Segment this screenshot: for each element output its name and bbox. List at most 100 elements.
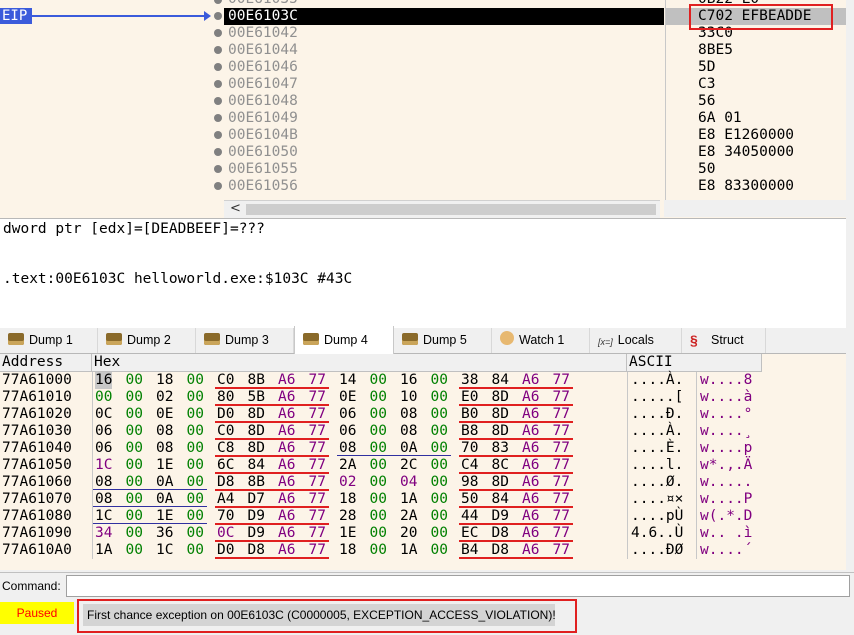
tab-watch-1[interactable]: Watch 1 [492, 328, 590, 353]
hex-byte[interactable]: 00 [370, 508, 387, 525]
breakpoint-dot-icon[interactable] [214, 12, 222, 20]
scroll-thumb[interactable] [246, 204, 656, 215]
hex-byte[interactable]: 00 [187, 423, 204, 440]
ascii-text[interactable]: w....à [700, 389, 752, 406]
breakpoint-dot-icon[interactable] [214, 114, 222, 122]
ascii-text[interactable]: w....° [700, 406, 752, 423]
dump-address[interactable]: 77A61030 [2, 423, 72, 440]
ascii-text[interactable]: w*.,.Ä [700, 457, 752, 474]
hex-byte[interactable]: 06 [339, 406, 356, 423]
ascii-text[interactable]: ....Ð. [631, 406, 683, 423]
disasm-bytes[interactable]: 6A 01 [666, 110, 846, 127]
ascii-text[interactable]: .....[ [631, 389, 683, 406]
hex-byte[interactable]: 00 [370, 372, 387, 389]
dump-row[interactable]: 77A61050 1C 00 1E 00 6C 84 A6 77 2A 00 2C 00 C4 8C A6 77… [0, 457, 846, 474]
dump-row[interactable]: 77A61040 06 00 08 00 C8 8D A6 77 08 00 0A 00 70 83 A6 77… [0, 440, 846, 457]
scroll-left-icon[interactable]: < [230, 201, 241, 217]
hex-byte[interactable]: 14 [339, 372, 356, 389]
hex-byte[interactable]: 1A [400, 491, 417, 508]
disasm-bytes[interactable]: 50 [666, 161, 846, 178]
ascii-text[interactable]: w....´ [700, 542, 752, 559]
disasm-address[interactable]: 00E61055 [224, 161, 664, 178]
ascii-text[interactable]: ....Ø. [631, 474, 683, 491]
disasm-address[interactable]: 00E61050 [224, 144, 664, 161]
hex-byte[interactable]: 08 [156, 440, 173, 457]
hex-byte[interactable]: 02 [339, 474, 356, 491]
hex-byte[interactable]: 00 [370, 474, 387, 491]
dump-row[interactable]: 77A610A0 1A 00 1C 00 D0 D8 A6 77 18 00 1A 00 B4 D8 A6 77… [0, 542, 846, 559]
hex-byte[interactable]: 36 [156, 525, 173, 542]
disasm-address[interactable]: 00E61049 [224, 110, 664, 127]
hex-byte[interactable]: 1A [400, 542, 417, 559]
vertical-scrollbar[interactable] [846, 0, 854, 572]
hex-byte[interactable]: 00 [126, 423, 143, 440]
hex-byte[interactable]: 06 [95, 440, 112, 457]
hex-byte[interactable]: 2A [339, 457, 356, 474]
dump-pane[interactable]: Address Hex ASCII 77A61000 16 00 18 00 C0 8B A6… [0, 354, 846, 570]
hex-byte[interactable]: 16 [95, 372, 113, 389]
hex-byte[interactable]: 00 [126, 389, 143, 406]
hex-byte[interactable]: 00 [126, 542, 143, 559]
hex-byte[interactable]: 00 [370, 423, 387, 440]
disasm-address[interactable]: 00E61044 [224, 42, 664, 59]
hex-byte[interactable]: 00 [370, 525, 387, 542]
hex-byte[interactable]: 00 [187, 542, 204, 559]
ascii-text[interactable]: 4.6..Ù [631, 525, 683, 542]
disasm-address[interactable]: 00E61056 [224, 178, 664, 195]
hex-byte[interactable]: 00 [126, 457, 143, 474]
hex-byte[interactable]: 00 [370, 406, 387, 423]
breakpoint-dot-icon[interactable] [214, 97, 222, 105]
hex-byte[interactable]: 00 [431, 457, 448, 474]
disasm-bytes[interactable]: 5D [666, 59, 846, 76]
ascii-text[interactable]: w..... [700, 474, 752, 491]
hex-byte[interactable]: 0E [156, 406, 173, 423]
hex-byte[interactable]: 00 [126, 525, 143, 542]
hex-byte[interactable]: 18 [339, 542, 356, 559]
hex-byte[interactable]: 00 [431, 372, 448, 389]
hex-byte[interactable]: 1C [156, 542, 173, 559]
disasm-address[interactable]: 00E61047 [224, 76, 664, 93]
hex-byte[interactable]: 34 [95, 525, 112, 542]
hex-byte[interactable]: 06 [95, 423, 112, 440]
hex-byte[interactable]: 08 [400, 423, 417, 440]
hex-byte[interactable]: 2C [400, 457, 417, 474]
hex-byte[interactable]: 10 [400, 389, 417, 406]
disassembly-pane[interactable]: EIP 00E61035 00E6103C00E6104200E6104400E… [0, 0, 846, 218]
hex-byte[interactable]: 1E [339, 525, 356, 542]
dump-address[interactable]: 77A610A0 [2, 542, 72, 559]
breakpoint-dot-icon[interactable] [214, 29, 222, 37]
dump-row[interactable]: 77A61020 0C 00 0E 00 D0 8D A6 77 06 00 08 00 B0 8D A6 77… [0, 406, 846, 423]
hex-byte[interactable]: 00 [431, 389, 448, 406]
hex-byte[interactable]: 00 [126, 440, 143, 457]
hex-byte[interactable]: 00 [370, 491, 387, 508]
tab-locals[interactable]: [x=] Locals [590, 328, 682, 353]
disasm-address[interactable]: 00E61048 [224, 93, 664, 110]
dump-address[interactable]: 77A61020 [2, 406, 72, 423]
disasm-address[interactable]: 00E61042 [224, 25, 664, 42]
disasm-bytes[interactable]: E8 34050000 [666, 144, 846, 161]
hex-byte[interactable]: 00 [187, 406, 204, 423]
hex-byte[interactable]: 00 [431, 508, 448, 525]
disasm-bytes[interactable]: 8BE5 [666, 42, 846, 59]
breakpoint-dot-icon[interactable] [214, 165, 222, 173]
tab-dump-2[interactable]: Dump 2 [98, 328, 196, 353]
dump-row[interactable]: 77A61070 08 00 0A 00 A4 D7 A6 77 18 00 1A 00 50 84 A6 77… [0, 491, 846, 508]
hex-byte[interactable]: 00 [431, 542, 448, 559]
hex-byte[interactable]: 00 [126, 372, 143, 389]
ascii-column-header[interactable]: ASCII [627, 354, 762, 371]
disasm-horizontal-scrollbar[interactable]: < [224, 200, 660, 218]
hex-byte[interactable]: 00 [431, 491, 448, 508]
hex-byte[interactable]: 00 [370, 389, 387, 406]
ascii-text[interactable]: w(.*.D [700, 508, 752, 525]
dump-row[interactable]: 77A61010 00 00 02 00 80 5B A6 77 0E 00 10 00 E0 8D A6 77… [0, 389, 846, 406]
breakpoint-dot-icon[interactable] [214, 182, 222, 190]
hex-byte[interactable]: 1A [95, 542, 112, 559]
ascii-text[interactable]: ....pÙ [631, 508, 683, 525]
hex-byte[interactable]: 08 [156, 423, 173, 440]
hex-byte[interactable]: 08 [400, 406, 417, 423]
hex-byte[interactable]: 0C [95, 406, 112, 423]
hex-byte[interactable]: 00 [187, 457, 204, 474]
breakpoint-dot-icon[interactable] [214, 80, 222, 88]
breakpoint-dot-icon[interactable] [214, 63, 222, 71]
hex-byte[interactable]: 16 [400, 372, 417, 389]
